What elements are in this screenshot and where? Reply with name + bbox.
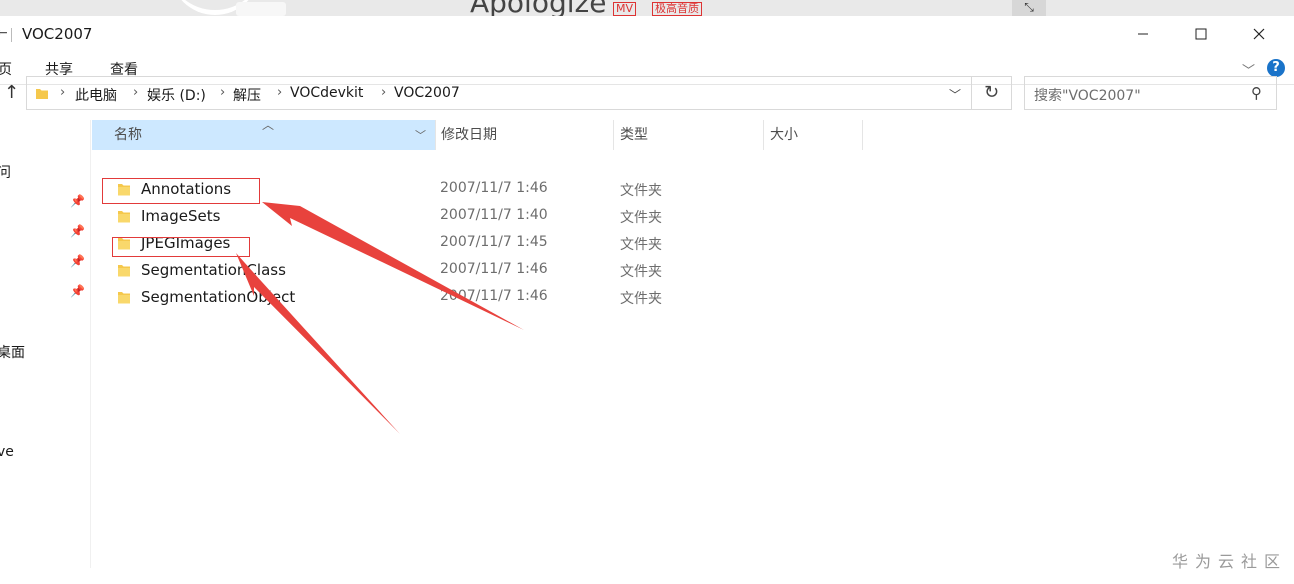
- minimize-button[interactable]: [1114, 16, 1172, 52]
- file-list: ︿ 名称 ﹀ 修改日期 类型 大小 Annotations 2007/11/7 …: [92, 118, 1294, 568]
- search-input[interactable]: 搜索"VOC2007": [1034, 85, 1141, 105]
- table-row[interactable]: ImageSets 2007/11/7 1:40 文件夹: [92, 203, 792, 230]
- column-header-name-label: 名称: [114, 127, 142, 143]
- file-type: 文件夹: [620, 264, 662, 280]
- sort-caret-icon: ︿: [262, 118, 275, 132]
- title-bar: ← VOC2007: [0, 16, 1294, 52]
- search-box[interactable]: 搜索"VOC2007" ⚲: [1024, 76, 1277, 110]
- close-icon: [1253, 28, 1265, 40]
- chevron-right-icon[interactable]: ›: [133, 85, 138, 100]
- pin-icon[interactable]: 📌: [70, 254, 85, 268]
- navigation-pane: 问 桌面 ve 📌 📌 📌 📌: [0, 120, 91, 568]
- chevron-right-icon[interactable]: ›: [381, 85, 386, 100]
- folder-icon: [36, 89, 48, 99]
- chevron-right-icon[interactable]: ›: [277, 85, 282, 100]
- quality-badge: 极高音质: [652, 2, 702, 16]
- refresh-button[interactable]: ↻: [972, 76, 1012, 110]
- file-name[interactable]: ImageSets: [141, 207, 220, 225]
- nav-item-fragment[interactable]: 问: [0, 162, 11, 182]
- crumb-vocdevkit[interactable]: VOCdevkit: [290, 85, 363, 101]
- file-date: 2007/11/7 1:40: [440, 207, 548, 223]
- file-name[interactable]: SegmentationObject: [141, 288, 295, 306]
- file-date: 2007/11/7 1:45: [440, 234, 548, 250]
- file-type: 文件夹: [620, 291, 662, 307]
- maximize-icon: [1195, 28, 1207, 40]
- search-icon[interactable]: ⚲: [1251, 84, 1262, 102]
- nav-item-desktop[interactable]: 桌面: [0, 342, 25, 362]
- minimize-icon: [1138, 33, 1148, 35]
- column-header-type[interactable]: 类型: [613, 120, 763, 150]
- refresh-icon: ↻: [983, 82, 1000, 103]
- file-date: 2007/11/7 1:46: [440, 288, 548, 304]
- column-header-date[interactable]: 修改日期: [435, 120, 613, 150]
- title-separator: [11, 28, 12, 42]
- help-icon[interactable]: ?: [1267, 59, 1285, 77]
- chevron-down-icon[interactable]: ﹀: [415, 121, 426, 151]
- file-type: 文件夹: [620, 183, 662, 199]
- pin-icon[interactable]: 📌: [70, 284, 85, 298]
- folder-icon: [118, 211, 130, 223]
- pin-icon[interactable]: 📌: [70, 194, 85, 208]
- chevron-right-icon[interactable]: ›: [60, 85, 65, 100]
- crumb-unzip[interactable]: 解压: [233, 85, 261, 105]
- highlight-box-jpegimages: [112, 237, 250, 257]
- background-song-title: Apologize: [470, 0, 606, 16]
- folder-icon: [118, 292, 130, 304]
- chevron-right-icon[interactable]: ›: [220, 85, 225, 100]
- column-header-name[interactable]: ︿ 名称 ﹀: [92, 118, 435, 151]
- maximize-button[interactable]: [1172, 16, 1230, 52]
- crumb-drive-d[interactable]: 娱乐 (D:): [147, 85, 206, 105]
- mv-badge: MV: [613, 2, 637, 16]
- table-row[interactable]: SegmentationClass 2007/11/7 1:46 文件夹: [92, 257, 792, 284]
- shrink-icon[interactable]: ⤡: [1012, 0, 1046, 16]
- crumb-voc2007[interactable]: VOC2007: [394, 85, 460, 101]
- highlight-box-annotations: [102, 178, 260, 204]
- folder-icon: [118, 265, 130, 277]
- file-type: 文件夹: [620, 210, 662, 226]
- address-row: ↑ › 此电脑 › 娱乐 (D:) › 解压 › VOCdevkit › VOC…: [0, 76, 1294, 112]
- nav-item-fragment[interactable]: ve: [0, 444, 14, 460]
- background-app-strip: Apologize MV 极高音质 ⤡: [0, 0, 1294, 16]
- file-date: 2007/11/7 1:46: [440, 180, 548, 196]
- close-button[interactable]: [1230, 16, 1288, 52]
- pin-icon[interactable]: 📌: [70, 224, 85, 238]
- column-header-size[interactable]: 大小: [763, 120, 863, 150]
- file-type: 文件夹: [620, 237, 662, 253]
- file-name[interactable]: SegmentationClass: [141, 261, 286, 279]
- watermark: 华为云社区: [1172, 552, 1288, 571]
- address-bar[interactable]: › 此电脑 › 娱乐 (D:) › 解压 › VOCdevkit › VOC20…: [26, 76, 972, 110]
- up-arrow-icon[interactable]: ↑: [4, 82, 19, 103]
- crumb-this-pc[interactable]: 此电脑: [75, 85, 117, 105]
- table-row[interactable]: SegmentationObject 2007/11/7 1:46 文件夹: [92, 284, 792, 311]
- chevron-down-icon[interactable]: ﹀: [949, 86, 961, 103]
- file-date: 2007/11/7 1:46: [440, 261, 548, 277]
- earphone-plug-graphic: [236, 2, 286, 16]
- window-title: VOC2007: [22, 25, 93, 43]
- quick-access-arrow-icon[interactable]: ←: [0, 25, 8, 41]
